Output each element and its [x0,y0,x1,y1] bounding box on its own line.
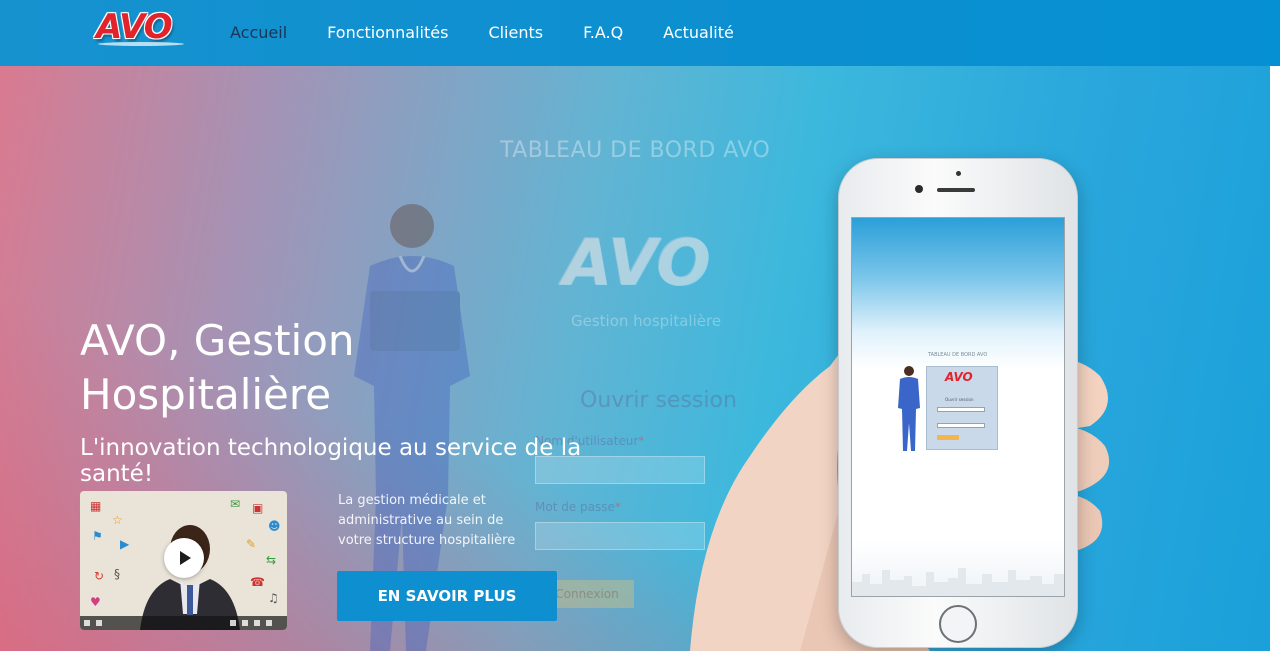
hero-subtitle: L'innovation technologique au service de… [80,435,640,487]
phone-screen: TABLEAU DE BORD AVO AVO Ouvrir session [851,217,1065,597]
nav-link-accueil[interactable]: Accueil [230,0,287,66]
phone-avo-logo: AVO [945,370,973,384]
phone-password-field [937,423,985,428]
bg-doodle-icon: ▣ [252,501,264,515]
hero-description-line3: votre structure hospitalière [338,533,516,548]
bg-doodle-icon: ⇆ [266,553,277,567]
phone-camera [915,185,923,193]
bg-doodle-icon: ☆ [112,513,123,527]
bg-doodle-icon: ↻ [94,569,105,583]
phone-screen-title: TABLEAU DE BORD AVO [928,352,988,358]
nav-link-fonctionnalites[interactable]: Fonctionnalités [327,0,448,66]
bg-doodle-icon: ✉ [230,497,241,511]
bg-password-label-text: Mot de passe [535,500,615,514]
learn-more-button[interactable]: EN SAVOIR PLUS [337,571,557,621]
subtitles-icon[interactable] [242,620,248,626]
required-mark: * [614,500,621,514]
hero-title-line2: Hospitalière [80,370,332,419]
hero-description: La gestion médicale et administrative au… [338,491,538,551]
phone-login-card: AVO Ouvrir session [926,366,998,450]
phone-login-button [937,435,959,440]
hero-title-line1: AVO, Gestion [80,316,355,365]
logo-swoosh [98,42,184,46]
nav-link-faq[interactable]: F.A.Q [583,0,623,66]
bg-doodle-icon: ⚑ [92,529,103,543]
nav-link-actualite[interactable]: Actualité [663,0,734,66]
bg-doodle-icon: ✎ [246,537,257,551]
bg-doodle-icon: ♫ [268,591,279,605]
settings-icon[interactable] [230,620,236,626]
phone-username-field [937,407,985,412]
bg-doodle-icon: ♥ [90,595,101,609]
bg-doodle-icon: § [114,567,120,581]
play-icon [180,551,191,565]
fullscreen-icon[interactable] [266,620,272,626]
bg-password-label: Mot de passe* [535,500,621,514]
bg-doodle-icon: ▦ [90,499,102,513]
phone-speaker [937,188,975,192]
video-thumbnail[interactable]: ▦ ☆ ⚑ ▶ ↻ § ♥ ✉ ▣ ☻ ✎ ⇆ ☎ ♫ [80,491,287,630]
share-icon[interactable] [254,620,260,626]
phone-sensor [956,171,961,176]
bg-avo-logo: AVO [562,226,710,300]
video-play-control-icon[interactable] [84,620,90,626]
video-play-button[interactable] [164,538,204,578]
phone-login-title: Ouvrir session [945,397,974,402]
hero-subtitle-line1: L'innovation technologique au service de… [80,435,582,461]
phone-city-skyline [852,568,1064,596]
avo-logo[interactable]: AVO [96,8,186,46]
page-scrollbar[interactable] [1270,66,1280,651]
hero-title: AVO, Gestion Hospitalière [80,314,500,422]
site-header: AVO Accueil Fonctionnalités Clients F.A.… [0,0,1280,66]
hero-description-line2: administrative au sein de [338,513,504,528]
bg-dashboard-title: TABLEAU DE BORD AVO [500,138,771,163]
phone-home-button [939,605,977,643]
bg-doodle-icon: ☻ [268,519,281,533]
hero-subtitle-line2: santé! [80,461,154,487]
nav-link-clients[interactable]: Clients [488,0,543,66]
main-nav: Accueil Fonctionnalités Clients F.A.Q Ac… [230,0,774,66]
bg-doodle-icon: ☎ [250,575,265,589]
bg-doodle-icon: ▶ [120,537,130,551]
hero-description-line1: La gestion médicale et [338,493,486,508]
phone-nurse-image [898,366,920,451]
volume-icon[interactable] [96,620,102,626]
phone-mockup: TABLEAU DE BORD AVO AVO Ouvrir session [838,158,1078,648]
video-controls-bar[interactable] [80,616,287,630]
